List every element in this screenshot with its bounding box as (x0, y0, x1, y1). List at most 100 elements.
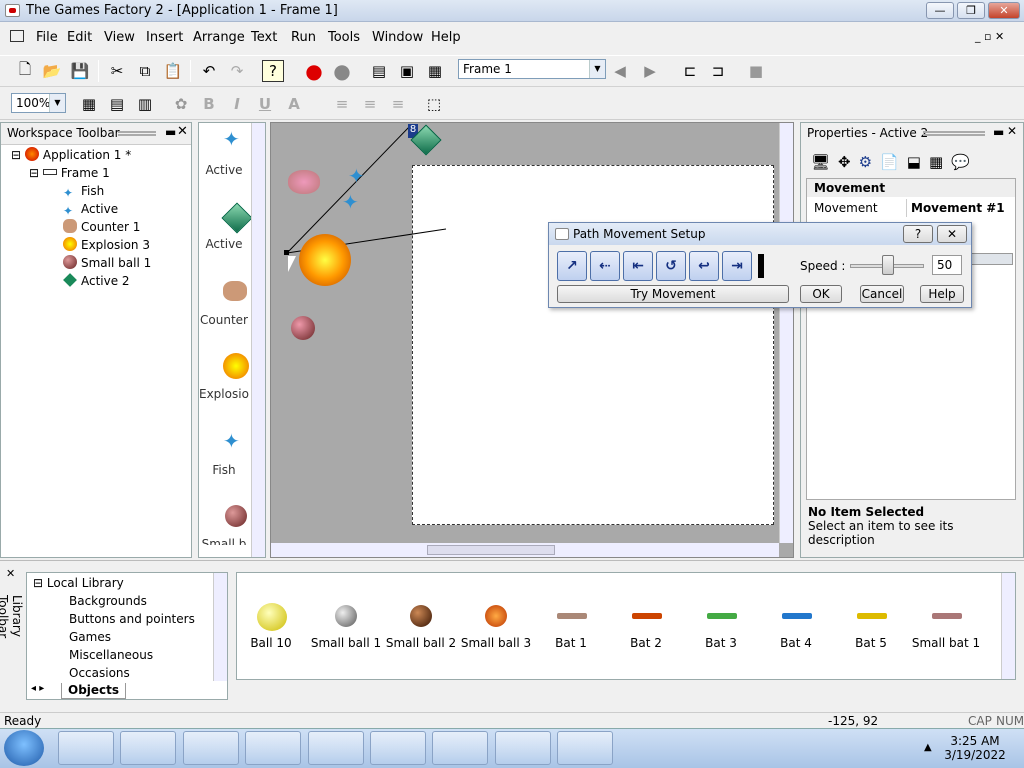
frame-select[interactable]: Frame 1 ▼ (458, 59, 606, 79)
next-frame-icon[interactable]: ▶ (639, 60, 661, 82)
align-left-icon[interactable]: ≡ (331, 93, 353, 115)
events-tab-icon[interactable]: ⬓ (907, 153, 921, 171)
stop-icon[interactable]: ■ (745, 60, 767, 82)
speed-thumb[interactable] (882, 255, 894, 275)
snap-icon[interactable]: ▤ (106, 93, 128, 115)
copy-icon[interactable]: ⧉ (134, 60, 156, 82)
undo-icon[interactable]: ↶ (198, 60, 220, 82)
library-tree-scrollbar[interactable] (213, 573, 227, 681)
event-editor-icon[interactable]: ▦ (424, 60, 446, 82)
explorer-taskbar-icon[interactable] (58, 731, 114, 765)
cut-icon[interactable]: ✂ (106, 60, 128, 82)
new-line-icon[interactable]: ↗ (557, 251, 587, 281)
frame-editor-icon[interactable]: ▣ (396, 60, 418, 82)
ok-button[interactable]: OK (800, 285, 842, 303)
tree-folder[interactable]: Games (69, 630, 111, 644)
fish-icon[interactable]: ✦ (223, 129, 240, 149)
strip-scrollbar[interactable] (251, 123, 265, 557)
dialog-help-icon[interactable]: ? (903, 225, 933, 243)
loop-icon[interactable]: ↺ (656, 251, 686, 281)
stop-marker[interactable] (758, 254, 764, 278)
align-right-icon[interactable]: ≡ (387, 93, 409, 115)
objects-tab[interactable]: Objects (61, 683, 127, 699)
snipping-taskbar-icon[interactable] (432, 731, 488, 765)
tree-object[interactable]: ✦ Active (63, 200, 118, 218)
align-center-icon[interactable]: ≡ (359, 93, 381, 115)
insert-point-icon[interactable]: ⇤ (623, 251, 653, 281)
tree-object[interactable]: ✦ Fish (63, 182, 104, 200)
movement-tab-icon[interactable]: ⚙ (859, 153, 872, 171)
save-icon[interactable]: 💾 (69, 60, 91, 82)
library-scrollbar[interactable] (1001, 573, 1015, 679)
about-tab-icon[interactable]: 💬 (951, 153, 970, 171)
menu-edit[interactable]: Edit (67, 30, 92, 45)
counter-pig-object[interactable] (288, 170, 320, 194)
tree-object[interactable]: Small ball 1 (63, 254, 151, 272)
underline-icon[interactable]: U (254, 93, 276, 115)
tree-app[interactable]: ⊟ Application 1 * (11, 146, 131, 164)
tree-folder[interactable]: Buttons and pointers (69, 612, 195, 626)
menu-run[interactable]: Run (291, 30, 316, 45)
new-icon[interactable]: 🗋 (14, 60, 36, 82)
paste-icon[interactable]: 📋 (162, 60, 184, 82)
property-value[interactable]: Movement #1 (911, 199, 1015, 217)
fish-icon[interactable]: ✦ (223, 431, 240, 451)
grid-icon[interactable]: ▦ (78, 93, 100, 115)
media-player-taskbar-icon[interactable] (120, 731, 176, 765)
tree-root[interactable]: ⊟ Local Library (33, 576, 124, 590)
tree-object[interactable]: Explosion 3 (63, 236, 150, 254)
explosion-icon[interactable] (223, 353, 249, 379)
grid-tab-icon[interactable]: ▦ (929, 153, 943, 171)
effects-icon[interactable]: ✿ (170, 93, 192, 115)
properties-close-icon[interactable]: ✕ (1007, 124, 1017, 138)
redo-icon[interactable]: ↷ (226, 60, 248, 82)
bat-icon[interactable] (632, 613, 662, 619)
dialog-close-icon[interactable]: ✕ (937, 225, 967, 243)
zoom-select[interactable]: 100% ▼ (11, 93, 66, 113)
properties-pin-icon[interactable]: ▬ (993, 125, 1004, 139)
pig-icon[interactable] (223, 281, 247, 301)
tree-frame[interactable]: ⊟ Frame 1 (29, 164, 110, 182)
bat-icon[interactable] (932, 613, 962, 619)
canvas-hscrollbar[interactable] (271, 543, 779, 557)
games-factory-taskbar-icon[interactable] (495, 731, 551, 765)
minimize-button[interactable]: — (926, 2, 954, 19)
ball-icon[interactable] (485, 605, 507, 627)
tree-object[interactable]: Active 2 (63, 272, 130, 290)
menu-text[interactable]: Text (251, 30, 277, 45)
forward-circle-icon[interactable]: ● (331, 59, 353, 83)
bat-icon[interactable] (782, 613, 812, 619)
size-tab-icon[interactable]: ✥ (838, 153, 851, 171)
menu-help[interactable]: Help (431, 30, 461, 45)
notepad-taskbar-icon[interactable] (308, 731, 364, 765)
bat-icon[interactable] (707, 613, 737, 619)
tree-object[interactable]: Counter 1 (63, 218, 140, 236)
display-tab-icon[interactable]: 🖥 (811, 153, 830, 171)
canvas-vscrollbar[interactable] (779, 123, 793, 543)
menu-file[interactable]: File (36, 30, 58, 45)
menu-window[interactable]: Window (372, 30, 423, 45)
set-position-icon[interactable]: ⇠ (590, 251, 620, 281)
office-taskbar-icon[interactable] (557, 731, 613, 765)
close-button[interactable]: ✕ (988, 2, 1020, 19)
help-button[interactable]: Help (920, 285, 964, 303)
bat-icon[interactable] (557, 613, 587, 619)
tree-folder[interactable]: Backgrounds (69, 594, 147, 608)
resize-icon[interactable]: ⬚ (423, 93, 445, 115)
bold-icon[interactable]: B (198, 93, 220, 115)
library-close-icon[interactable]: ✕ (6, 567, 15, 580)
tab-scroll-arrows[interactable]: ◂ ▸ (31, 683, 44, 694)
explosion-object[interactable] (299, 234, 351, 286)
run-frame-icon[interactable]: ⊏ (679, 60, 701, 82)
back-icon[interactable]: ● (303, 59, 325, 83)
active-fish-object[interactable]: ✦ (342, 192, 359, 212)
reposition-icon[interactable]: ⇥ (722, 251, 752, 281)
cancel-button[interactable]: Cancel (860, 285, 904, 303)
ball-icon[interactable] (225, 505, 247, 527)
tree-folder[interactable]: Occasions (69, 666, 130, 680)
tray-arrow-icon[interactable]: ▲ (924, 742, 932, 753)
bat-icon[interactable] (857, 613, 887, 619)
workspace-pin-icon[interactable]: ▬ (165, 125, 176, 139)
start-button-icon[interactable] (4, 730, 44, 766)
try-movement-button[interactable]: Try Movement (557, 285, 789, 303)
